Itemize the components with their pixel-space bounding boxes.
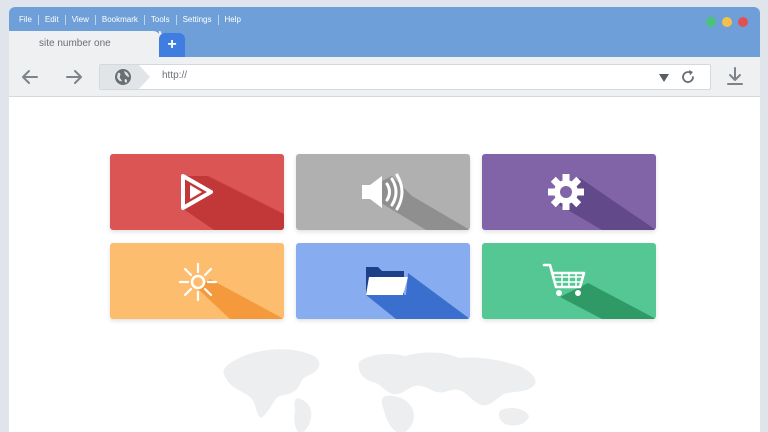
window-controls	[706, 17, 748, 27]
menu-bar: File Edit View Bookmark Tools Settings H…	[17, 13, 247, 27]
title-bar: File Edit View Bookmark Tools Settings H…	[9, 7, 760, 57]
tile-files[interactable]	[296, 243, 470, 319]
reload-icon[interactable]	[680, 69, 696, 85]
back-button[interactable]	[19, 67, 41, 87]
forward-button[interactable]	[63, 67, 85, 87]
tab-site-number-one[interactable]: site number one	[9, 31, 161, 57]
tile-settings[interactable]	[482, 154, 656, 230]
menu-settings[interactable]: Settings	[175, 15, 218, 25]
tab-title: site number one	[39, 38, 111, 49]
browser-window: File Edit View Bookmark Tools Settings H…	[9, 7, 760, 432]
globe-icon	[115, 69, 131, 85]
menu-help[interactable]: Help	[217, 15, 247, 25]
menu-bookmark[interactable]: Bookmark	[94, 15, 144, 25]
menu-edit[interactable]: Edit	[37, 15, 65, 25]
gear-icon	[548, 174, 584, 210]
address-bar[interactable]: http://	[99, 64, 711, 90]
arrow-right-icon	[66, 70, 82, 84]
minimize-button[interactable]	[706, 17, 716, 27]
menu-tools[interactable]: Tools	[143, 15, 176, 25]
menu-view[interactable]: View	[64, 15, 95, 25]
tile-video[interactable]	[110, 154, 284, 230]
toolbar: http://	[9, 57, 760, 97]
folder-icon	[366, 267, 408, 295]
new-tab-page	[9, 98, 760, 432]
tile-brightness[interactable]	[110, 243, 284, 319]
download-icon[interactable]	[725, 66, 745, 88]
tile-audio[interactable]	[296, 154, 470, 230]
new-tab-button[interactable]: +	[159, 33, 185, 57]
world-map-illustration	[223, 349, 536, 432]
tile-shop[interactable]	[482, 243, 656, 319]
site-info-button[interactable]	[100, 65, 150, 89]
maximize-button[interactable]	[722, 17, 732, 27]
menu-file[interactable]: File	[17, 15, 38, 25]
dropdown-triangle-icon[interactable]	[658, 70, 670, 86]
sun-icon	[178, 262, 218, 302]
close-button[interactable]	[738, 17, 748, 27]
cart-icon	[542, 263, 586, 296]
url-text[interactable]: http://	[162, 70, 187, 81]
arrow-left-icon	[22, 70, 38, 84]
